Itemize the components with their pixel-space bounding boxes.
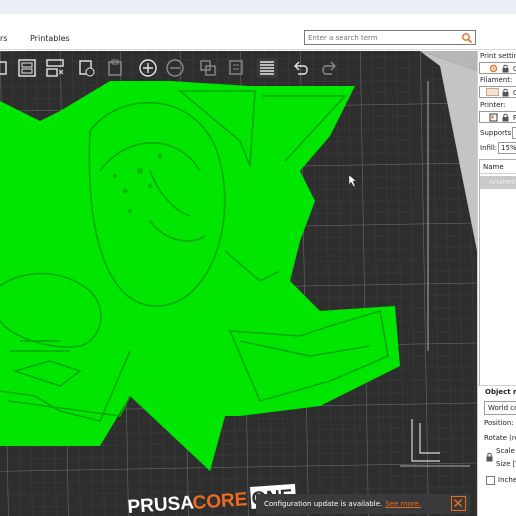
- tab-partial[interactable]: rs: [0, 34, 7, 43]
- search-field[interactable]: [304, 30, 476, 45]
- lock-icon: [502, 64, 509, 73]
- config-update-notification: Configuration update is available. See mo…: [256, 494, 470, 514]
- add-instance-icon[interactable]: [137, 56, 159, 80]
- object-list-header: Name: [480, 160, 516, 174]
- name-column-header: Name: [483, 163, 504, 171]
- inches-checkbox[interactable]: [486, 476, 495, 485]
- print-bed-scene[interactable]: PRUSA CORE ONE: [0, 51, 477, 516]
- remove-instance-icon[interactable]: [164, 56, 186, 80]
- filament-label: Filament:: [480, 76, 513, 84]
- notification-message: Configuration update is available.: [264, 500, 383, 508]
- tab-printables[interactable]: Printables: [30, 34, 70, 43]
- infill-value: 15%: [501, 144, 516, 152]
- printer-combo[interactable]: P: [479, 111, 516, 123]
- lock-icon: [502, 113, 509, 122]
- coordinate-system-select[interactable]: World co: [484, 401, 516, 415]
- object-manipulation-panel: Object m World co Position: Rotate (rel …: [478, 385, 516, 516]
- search-icon[interactable]: [461, 32, 473, 44]
- brand-core: CORE: [192, 489, 248, 514]
- viewport-toolbar: [0, 54, 350, 84]
- object-name: Anaheim: [489, 178, 516, 186]
- filament-combo[interactable]: G: [479, 86, 516, 98]
- right-sidebar: Print setting 0. Filament: G Printer: P …: [477, 51, 516, 516]
- print-settings-combo[interactable]: 0.: [479, 62, 516, 74]
- rotation-label: Rotate (rel: [484, 434, 516, 442]
- infill-label: Infill:: [480, 144, 498, 152]
- size-label: Size [V: [496, 460, 516, 468]
- object-manipulation-title: Object m: [485, 388, 516, 396]
- gear-icon: [489, 64, 498, 73]
- add-icon[interactable]: [0, 56, 10, 80]
- delete-icon[interactable]: [226, 56, 248, 80]
- copy-icon[interactable]: [76, 56, 98, 80]
- printer-icon: [489, 113, 498, 122]
- window-title-strip: [0, 0, 516, 14]
- top-nav-bar: rs Printables: [0, 26, 516, 50]
- search-input[interactable]: [305, 31, 455, 44]
- lock-icon[interactable]: [485, 452, 494, 462]
- brand-prusa: PRUSA: [127, 492, 195, 516]
- close-icon[interactable]: [451, 496, 466, 511]
- see-more-link[interactable]: See more.: [385, 500, 421, 508]
- filament-color-swatch: [486, 88, 499, 96]
- notification-text: Configuration update is available. See mo…: [264, 500, 421, 508]
- redo-icon[interactable]: [318, 56, 340, 80]
- split-objects-icon[interactable]: [44, 56, 66, 80]
- inches-label: Inches: [498, 476, 516, 484]
- paste-icon[interactable]: [104, 56, 126, 80]
- infill-combo[interactable]: 15%: [498, 142, 516, 154]
- object-row[interactable]: Anaheim: [480, 176, 516, 189]
- print-settings-label: Print setting: [480, 52, 516, 60]
- scale-label: Scale f: [496, 447, 516, 455]
- arrange-icon[interactable]: [16, 56, 38, 80]
- undo-icon[interactable]: [290, 56, 312, 80]
- split-parts-icon[interactable]: [197, 56, 219, 80]
- printer-label: Printer:: [480, 101, 506, 109]
- coordinate-system-value: World co: [488, 404, 516, 412]
- position-label: Position:: [484, 419, 514, 427]
- 3d-viewport[interactable]: PRUSA CORE ONE: [0, 51, 477, 516]
- supports-label: Supports:: [480, 129, 514, 137]
- supports-combo[interactable]: [512, 127, 516, 139]
- variable-layer-height-icon[interactable]: [256, 56, 278, 80]
- lock-icon: [502, 88, 509, 97]
- title-spacer: [0, 14, 516, 26]
